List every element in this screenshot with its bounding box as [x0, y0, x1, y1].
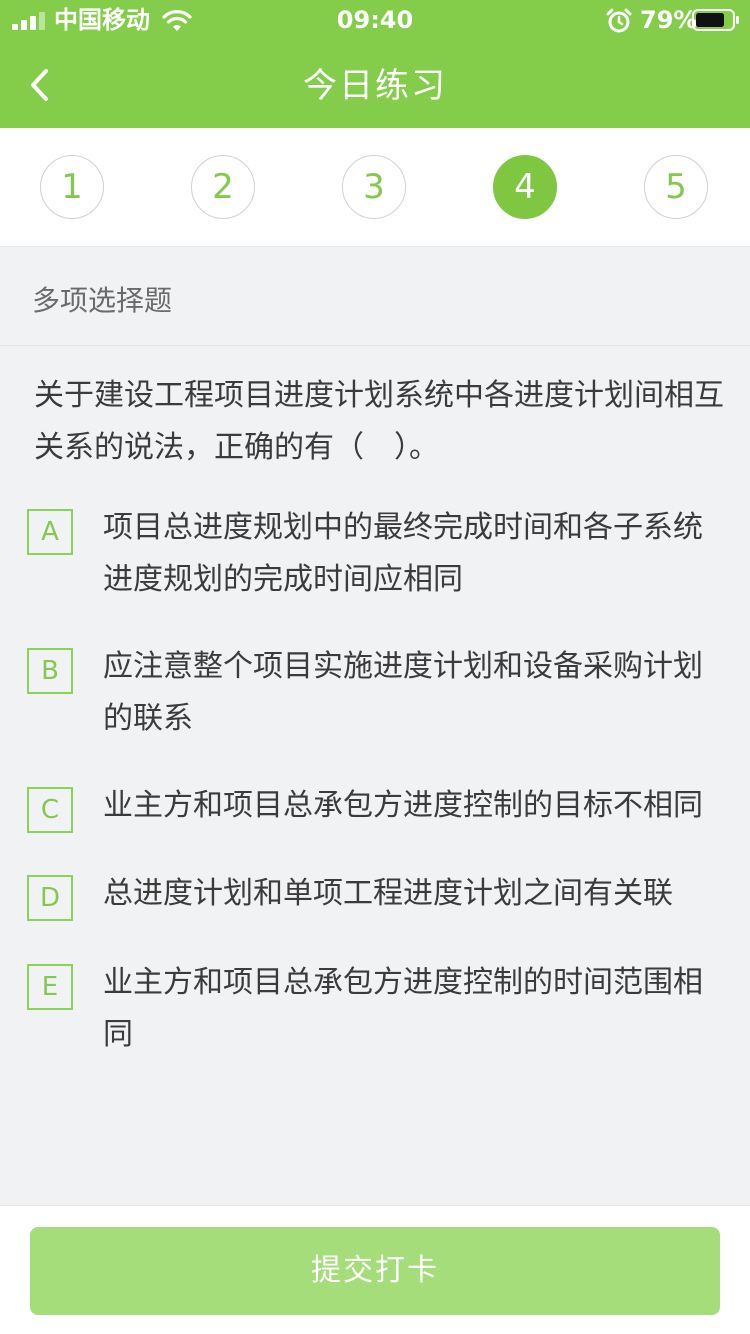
battery-icon	[692, 9, 739, 31]
option-c-key[interactable]: C	[27, 787, 73, 833]
option-b-text[interactable]: 应注意整个项目实施进度计划和设备采购计划的联系	[103, 641, 713, 745]
submit-button[interactable]: 提交打卡	[30, 1227, 720, 1315]
alarm-icon	[606, 8, 632, 33]
question-type-bar: 多项选择题	[0, 247, 750, 346]
battery-percent: 79%	[640, 6, 698, 34]
question-number-nav: 1 2 3 4 5	[0, 128, 750, 247]
status-bar: 中国移动 09:40 79%	[0, 0, 750, 42]
page-title: 今日练习	[303, 66, 447, 106]
question-number-4[interactable]: 4	[493, 155, 557, 219]
app-header: 中国移动 09:40 79% 今日练习	[0, 0, 750, 128]
footer-bar: 提交打卡	[0, 1205, 750, 1334]
practice-page: 中国移动 09:40 79% 今日练习 1 2 3 4 5 多项选择题 关于建设…	[0, 0, 750, 1334]
nav-bar: 今日练习	[0, 44, 750, 128]
option-d-key[interactable]: D	[27, 875, 73, 921]
option-a-key[interactable]: A	[27, 509, 73, 555]
option-d-text[interactable]: 总进度计划和单项工程进度计划之间有关联	[103, 868, 713, 920]
question-stem: 关于建设工程项目进度计划系统中各进度计划间相互关系的说法，正确的有（ ）。	[34, 378, 724, 465]
question-number-5[interactable]: 5	[644, 155, 708, 219]
option-b-key[interactable]: B	[27, 648, 73, 694]
question-number-3[interactable]: 3	[342, 155, 406, 219]
status-time: 09:40	[336, 6, 414, 34]
option-c-text[interactable]: 业主方和项目总承包方进度控制的目标不相同	[103, 780, 713, 832]
question-type-label: 多项选择题	[32, 284, 173, 317]
option-a-text[interactable]: 项目总进度规划中的最终完成时间和各子系统进度规划的完成时间应相同	[103, 502, 713, 606]
option-e-key[interactable]: E	[27, 964, 73, 1010]
question-number-2[interactable]: 2	[191, 155, 255, 219]
question-number-1[interactable]: 1	[40, 155, 104, 219]
option-e-text[interactable]: 业主方和项目总承包方进度控制的时间范围相同	[103, 957, 713, 1061]
